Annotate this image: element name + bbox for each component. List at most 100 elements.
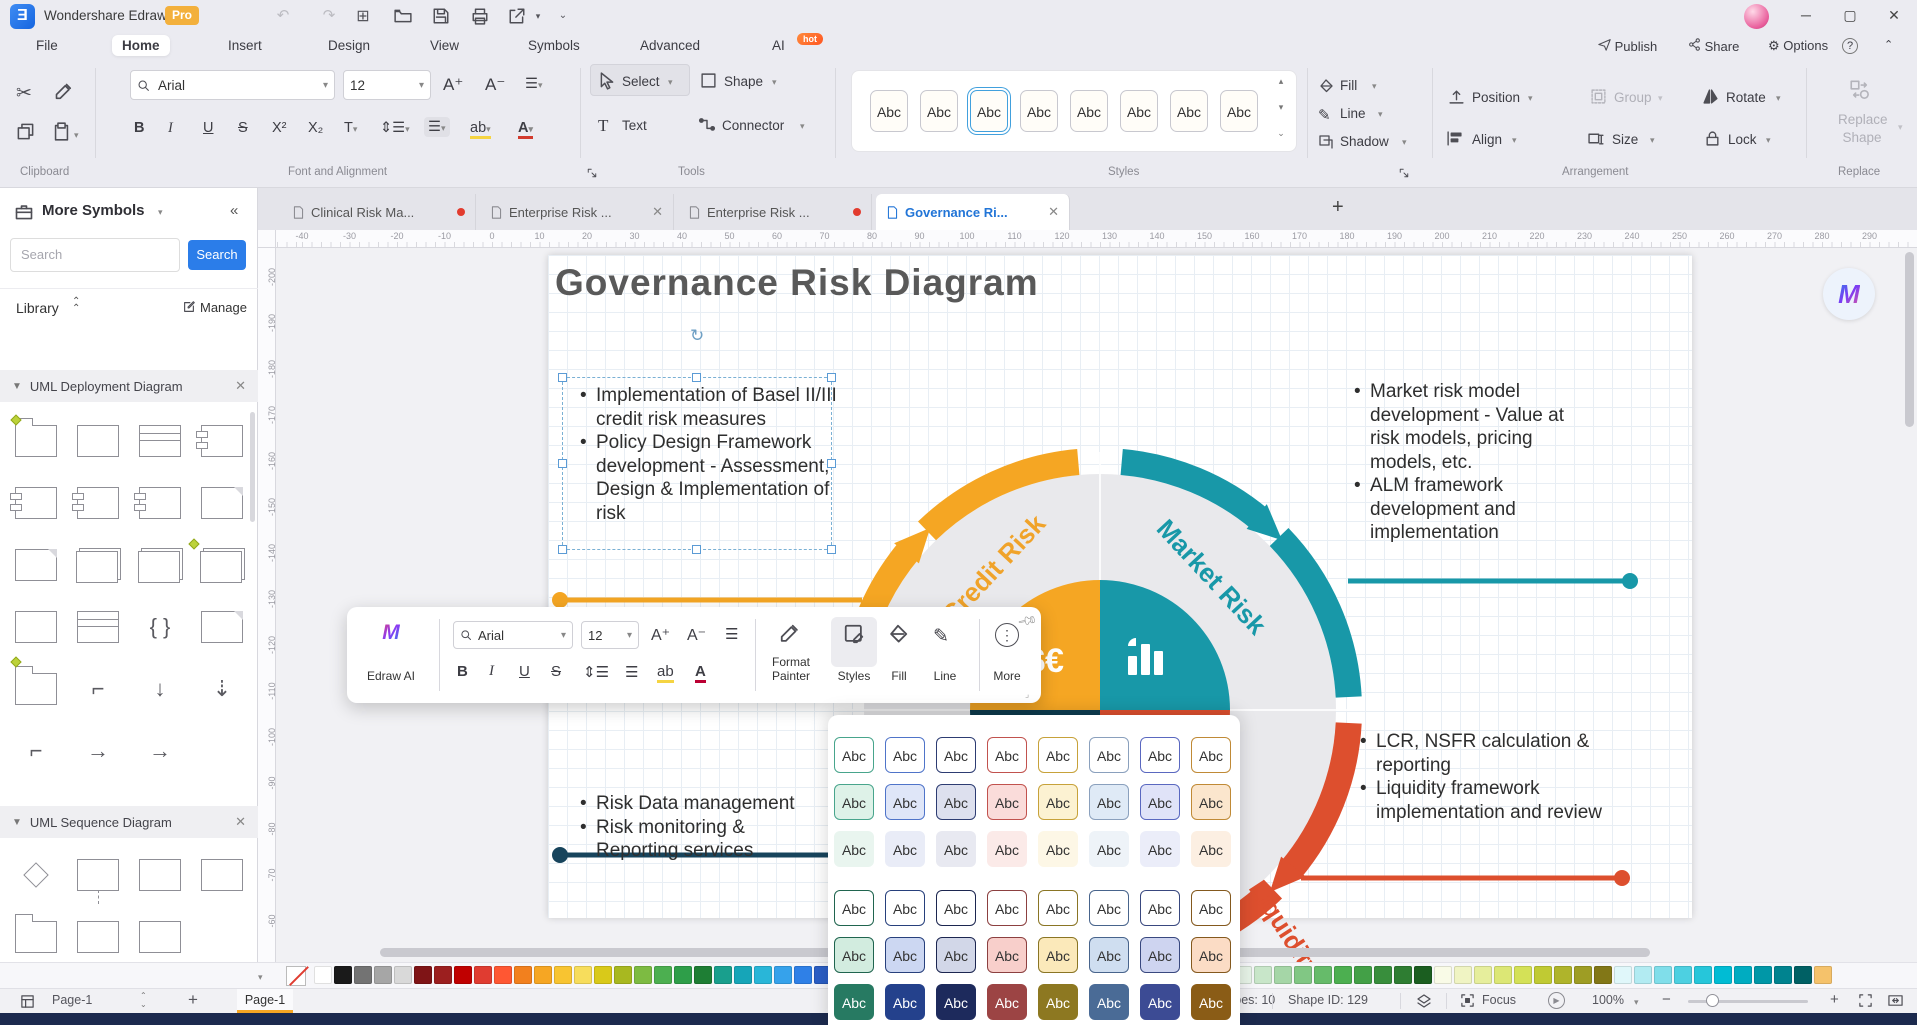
symbol-thumb-blank[interactable] — [191, 906, 253, 968]
close-button[interactable]: ✕ — [1872, 0, 1916, 30]
color-swatch[interactable] — [594, 966, 612, 984]
symbol-thumb-elbow[interactable]: ⌐ — [5, 720, 67, 782]
color-swatch[interactable] — [474, 966, 492, 984]
text-case-icon[interactable]: T▾ — [344, 120, 357, 136]
sidebar-title-caret-icon[interactable]: ▾ — [158, 207, 163, 218]
zoom-out-button[interactable]: − — [1662, 991, 1671, 1008]
color-swatch[interactable] — [634, 966, 652, 984]
new-document-icon[interactable]: ⊞ — [352, 6, 374, 26]
color-swatch[interactable] — [1514, 966, 1532, 984]
color-swatch[interactable] — [314, 966, 332, 984]
color-swatch[interactable] — [734, 966, 752, 984]
style-preset-r2-c3[interactable]: Abc — [936, 784, 976, 820]
align-caret-icon[interactable]: ▾ — [1512, 135, 1517, 146]
fb-bold-icon[interactable]: B — [457, 663, 468, 680]
symbol-thumb-lifeline[interactable] — [67, 844, 129, 906]
menu-view[interactable]: View — [420, 35, 469, 56]
color-swatch[interactable] — [1334, 966, 1352, 984]
color-swatch[interactable] — [1394, 966, 1412, 984]
export-caret-icon[interactable]: ▾ — [527, 11, 549, 22]
fb-fill-label[interactable]: Fill — [879, 669, 919, 683]
document-tab-3[interactable]: Enterprise Risk ... — [678, 194, 872, 230]
rotate-caret-icon[interactable]: ▾ — [1776, 93, 1781, 104]
font-dialog-launcher-icon[interactable] — [586, 166, 598, 184]
section-uml-deployment[interactable]: ▼ UML Deployment Diagram ✕ — [0, 370, 258, 402]
fb-line-icon[interactable]: ✎ — [933, 625, 949, 648]
color-swatch[interactable] — [1374, 966, 1392, 984]
collapse-ribbon-icon[interactable]: ⌃ — [1884, 38, 1893, 51]
copy-icon[interactable] — [16, 122, 35, 146]
shadow-caret-icon[interactable]: ▾ — [1402, 137, 1407, 148]
strikethrough-icon[interactable]: S — [238, 120, 248, 136]
ribbon-style-preset-7[interactable]: Abc — [1170, 90, 1208, 132]
color-swatch[interactable] — [1454, 966, 1472, 984]
highlight-icon[interactable]: ab▾ — [470, 120, 491, 139]
color-swatch[interactable] — [1654, 966, 1672, 984]
add-page-button[interactable]: + — [188, 990, 198, 1010]
bullet-list-market[interactable]: Market risk model development - Value at… — [1352, 380, 1582, 545]
section-close-icon[interactable]: ✕ — [235, 814, 246, 830]
symbol-thumb-braces[interactable]: { } — [129, 596, 191, 658]
lock-caret-icon[interactable]: ▾ — [1766, 135, 1771, 146]
diagram-title[interactable]: Governance Risk Diagram — [555, 262, 1039, 304]
menu-home[interactable]: Home — [112, 35, 170, 56]
bold-icon[interactable]: B — [134, 120, 144, 136]
color-swatch[interactable] — [1714, 966, 1732, 984]
color-swatch[interactable] — [1774, 966, 1792, 984]
undo-icon[interactable]: ↶ — [272, 6, 294, 24]
color-swatch[interactable] — [1294, 966, 1312, 984]
fullscreen-icon[interactable] — [1858, 993, 1873, 1011]
line-spacing-icon[interactable]: ⇕☰▾ — [380, 120, 410, 136]
close-tab-icon[interactable]: ✕ — [1048, 204, 1059, 220]
fb-font-color-icon[interactable]: A — [695, 663, 706, 683]
style-preset-r6-c8[interactable]: Abc — [1191, 984, 1231, 1020]
selection-handle[interactable] — [558, 373, 567, 382]
paste-icon[interactable] — [52, 122, 71, 146]
select-tool-label[interactable]: Select — [622, 74, 660, 89]
size-icon[interactable] — [1588, 130, 1605, 152]
menu-ai[interactable]: AI — [762, 35, 795, 56]
color-swatch[interactable] — [574, 966, 592, 984]
superscript-icon[interactable]: X² — [272, 120, 287, 136]
color-swatch[interactable] — [334, 966, 352, 984]
style-preset-r4-c7[interactable]: Abc — [1140, 890, 1180, 926]
search-input[interactable]: Search — [10, 238, 180, 272]
color-swatch[interactable] — [1474, 966, 1492, 984]
color-swatch[interactable] — [654, 966, 672, 984]
color-swatch[interactable] — [1354, 966, 1372, 984]
fb-line-spacing-icon[interactable]: ⇕☰ — [583, 663, 609, 681]
color-swatch[interactable] — [454, 966, 472, 984]
fb-underline-icon[interactable]: U — [519, 663, 530, 680]
manage-label[interactable]: Manage — [200, 300, 247, 315]
style-preset-r1-c4[interactable]: Abc — [987, 737, 1027, 773]
palette-caret-icon[interactable]: ▾ — [258, 972, 263, 983]
italic-icon[interactable]: I — [168, 120, 173, 137]
fill-icon[interactable] — [1318, 78, 1334, 99]
position-label[interactable]: Position — [1472, 90, 1520, 105]
selection-handle[interactable] — [558, 545, 567, 554]
style-preset-r3-c4[interactable]: Abc — [987, 831, 1027, 867]
color-swatch[interactable] — [1414, 966, 1432, 984]
styles-scroll-down-icon[interactable]: ▾ — [1274, 102, 1288, 113]
color-swatch[interactable] — [1634, 966, 1652, 984]
color-swatch[interactable] — [1574, 966, 1592, 984]
zoom-level[interactable]: 100% — [1592, 993, 1624, 1007]
symbol-thumb-rect[interactable] — [67, 410, 129, 472]
color-swatch[interactable] — [1554, 966, 1572, 984]
shadow-icon[interactable] — [1318, 134, 1334, 155]
style-preset-r2-c5[interactable]: Abc — [1038, 784, 1078, 820]
fb-align-icon[interactable]: ☰ — [725, 625, 738, 643]
page-view-icon[interactable] — [20, 994, 35, 1012]
underline-icon[interactable]: U — [203, 120, 213, 136]
fill-none-icon[interactable] — [286, 966, 306, 986]
symbol-thumb-component[interactable] — [191, 410, 253, 472]
styles-more-icon[interactable]: ⌄ — [1274, 128, 1288, 139]
page-tab[interactable]: Page-1 — [237, 989, 293, 1013]
decrease-font-icon[interactable]: A⁻ — [485, 75, 505, 95]
menu-file[interactable]: File — [26, 35, 68, 56]
bullet-list-icon[interactable]: ☰▾ — [424, 117, 450, 137]
size-caret-icon[interactable]: ▾ — [1650, 135, 1655, 146]
paste-caret-icon[interactable]: ▾ — [74, 130, 79, 141]
fill-label[interactable]: Fill — [1340, 78, 1357, 93]
color-swatch[interactable] — [1494, 966, 1512, 984]
